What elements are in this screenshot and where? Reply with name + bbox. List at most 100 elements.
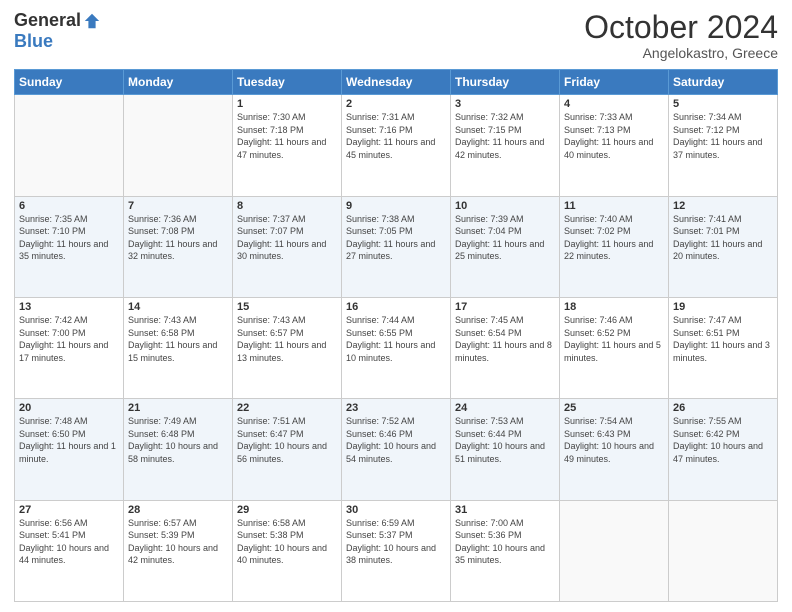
day-info: Sunrise: 6:57 AMSunset: 5:39 PMDaylight:… — [128, 517, 228, 567]
day-number: 29 — [237, 504, 337, 516]
calendar-week-row: 20Sunrise: 7:48 AMSunset: 6:50 PMDayligh… — [15, 399, 778, 500]
col-header-wednesday: Wednesday — [342, 70, 451, 95]
calendar-cell: 29Sunrise: 6:58 AMSunset: 5:38 PMDayligh… — [233, 500, 342, 601]
calendar-cell: 24Sunrise: 7:53 AMSunset: 6:44 PMDayligh… — [451, 399, 560, 500]
day-number: 31 — [455, 504, 555, 516]
day-number: 19 — [673, 301, 773, 313]
calendar-cell — [560, 500, 669, 601]
calendar-week-row: 1Sunrise: 7:30 AMSunset: 7:18 PMDaylight… — [15, 95, 778, 196]
day-number: 20 — [19, 402, 119, 414]
calendar-header-row: SundayMondayTuesdayWednesdayThursdayFrid… — [15, 70, 778, 95]
day-info: Sunrise: 7:39 AMSunset: 7:04 PMDaylight:… — [455, 213, 555, 263]
day-info: Sunrise: 7:32 AMSunset: 7:15 PMDaylight:… — [455, 111, 555, 161]
day-number: 28 — [128, 504, 228, 516]
day-info: Sunrise: 7:43 AMSunset: 6:57 PMDaylight:… — [237, 314, 337, 364]
day-number: 27 — [19, 504, 119, 516]
day-number: 2 — [346, 98, 446, 110]
day-number: 6 — [19, 200, 119, 212]
calendar-cell — [669, 500, 778, 601]
day-number: 21 — [128, 402, 228, 414]
page: General Blue October 2024 Angelokastro, … — [0, 0, 792, 612]
calendar-cell — [15, 95, 124, 196]
day-info: Sunrise: 7:52 AMSunset: 6:46 PMDaylight:… — [346, 415, 446, 465]
calendar-cell: 6Sunrise: 7:35 AMSunset: 7:10 PMDaylight… — [15, 196, 124, 297]
day-number: 22 — [237, 402, 337, 414]
day-number: 14 — [128, 301, 228, 313]
calendar-cell: 21Sunrise: 7:49 AMSunset: 6:48 PMDayligh… — [124, 399, 233, 500]
day-info: Sunrise: 7:40 AMSunset: 7:02 PMDaylight:… — [564, 213, 664, 263]
day-info: Sunrise: 7:45 AMSunset: 6:54 PMDaylight:… — [455, 314, 555, 364]
calendar-cell: 17Sunrise: 7:45 AMSunset: 6:54 PMDayligh… — [451, 297, 560, 398]
calendar-cell — [124, 95, 233, 196]
title-block: October 2024 Angelokastro, Greece — [584, 10, 778, 61]
calendar-week-row: 6Sunrise: 7:35 AMSunset: 7:10 PMDaylight… — [15, 196, 778, 297]
day-number: 4 — [564, 98, 664, 110]
day-info: Sunrise: 7:43 AMSunset: 6:58 PMDaylight:… — [128, 314, 228, 364]
day-number: 15 — [237, 301, 337, 313]
calendar-cell: 19Sunrise: 7:47 AMSunset: 6:51 PMDayligh… — [669, 297, 778, 398]
day-number: 30 — [346, 504, 446, 516]
header: General Blue October 2024 Angelokastro, … — [14, 10, 778, 61]
calendar-cell: 4Sunrise: 7:33 AMSunset: 7:13 PMDaylight… — [560, 95, 669, 196]
day-number: 25 — [564, 402, 664, 414]
day-number: 18 — [564, 301, 664, 313]
day-info: Sunrise: 7:00 AMSunset: 5:36 PMDaylight:… — [455, 517, 555, 567]
col-header-monday: Monday — [124, 70, 233, 95]
day-info: Sunrise: 7:51 AMSunset: 6:47 PMDaylight:… — [237, 415, 337, 465]
col-header-friday: Friday — [560, 70, 669, 95]
day-number: 10 — [455, 200, 555, 212]
day-info: Sunrise: 7:42 AMSunset: 7:00 PMDaylight:… — [19, 314, 119, 364]
day-info: Sunrise: 7:30 AMSunset: 7:18 PMDaylight:… — [237, 111, 337, 161]
day-info: Sunrise: 7:34 AMSunset: 7:12 PMDaylight:… — [673, 111, 773, 161]
calendar-cell: 8Sunrise: 7:37 AMSunset: 7:07 PMDaylight… — [233, 196, 342, 297]
day-number: 3 — [455, 98, 555, 110]
calendar-cell: 9Sunrise: 7:38 AMSunset: 7:05 PMDaylight… — [342, 196, 451, 297]
calendar-table: SundayMondayTuesdayWednesdayThursdayFrid… — [14, 69, 778, 602]
month-title: October 2024 — [584, 10, 778, 45]
col-header-saturday: Saturday — [669, 70, 778, 95]
calendar-cell: 20Sunrise: 7:48 AMSunset: 6:50 PMDayligh… — [15, 399, 124, 500]
day-info: Sunrise: 7:46 AMSunset: 6:52 PMDaylight:… — [564, 314, 664, 364]
day-number: 24 — [455, 402, 555, 414]
day-number: 11 — [564, 200, 664, 212]
calendar-cell: 1Sunrise: 7:30 AMSunset: 7:18 PMDaylight… — [233, 95, 342, 196]
calendar-cell: 2Sunrise: 7:31 AMSunset: 7:16 PMDaylight… — [342, 95, 451, 196]
calendar-cell: 7Sunrise: 7:36 AMSunset: 7:08 PMDaylight… — [124, 196, 233, 297]
day-info: Sunrise: 7:33 AMSunset: 7:13 PMDaylight:… — [564, 111, 664, 161]
logo-blue-text: Blue — [14, 31, 53, 52]
day-info: Sunrise: 7:31 AMSunset: 7:16 PMDaylight:… — [346, 111, 446, 161]
col-header-thursday: Thursday — [451, 70, 560, 95]
calendar-cell: 23Sunrise: 7:52 AMSunset: 6:46 PMDayligh… — [342, 399, 451, 500]
logo: General Blue — [14, 10, 101, 52]
day-number: 23 — [346, 402, 446, 414]
day-info: Sunrise: 7:55 AMSunset: 6:42 PMDaylight:… — [673, 415, 773, 465]
day-number: 26 — [673, 402, 773, 414]
day-info: Sunrise: 7:36 AMSunset: 7:08 PMDaylight:… — [128, 213, 228, 263]
calendar-cell: 31Sunrise: 7:00 AMSunset: 5:36 PMDayligh… — [451, 500, 560, 601]
calendar-cell: 11Sunrise: 7:40 AMSunset: 7:02 PMDayligh… — [560, 196, 669, 297]
calendar-cell: 3Sunrise: 7:32 AMSunset: 7:15 PMDaylight… — [451, 95, 560, 196]
day-number: 12 — [673, 200, 773, 212]
day-info: Sunrise: 7:53 AMSunset: 6:44 PMDaylight:… — [455, 415, 555, 465]
day-number: 7 — [128, 200, 228, 212]
logo-icon — [83, 12, 101, 30]
calendar-cell: 27Sunrise: 6:56 AMSunset: 5:41 PMDayligh… — [15, 500, 124, 601]
day-number: 5 — [673, 98, 773, 110]
calendar-cell: 16Sunrise: 7:44 AMSunset: 6:55 PMDayligh… — [342, 297, 451, 398]
calendar-cell: 15Sunrise: 7:43 AMSunset: 6:57 PMDayligh… — [233, 297, 342, 398]
day-info: Sunrise: 7:37 AMSunset: 7:07 PMDaylight:… — [237, 213, 337, 263]
calendar-cell: 10Sunrise: 7:39 AMSunset: 7:04 PMDayligh… — [451, 196, 560, 297]
day-number: 9 — [346, 200, 446, 212]
day-info: Sunrise: 7:38 AMSunset: 7:05 PMDaylight:… — [346, 213, 446, 263]
calendar-cell: 30Sunrise: 6:59 AMSunset: 5:37 PMDayligh… — [342, 500, 451, 601]
location: Angelokastro, Greece — [584, 45, 778, 61]
calendar-week-row: 13Sunrise: 7:42 AMSunset: 7:00 PMDayligh… — [15, 297, 778, 398]
day-info: Sunrise: 7:49 AMSunset: 6:48 PMDaylight:… — [128, 415, 228, 465]
calendar-cell: 14Sunrise: 7:43 AMSunset: 6:58 PMDayligh… — [124, 297, 233, 398]
logo-general-text: General — [14, 10, 81, 31]
day-info: Sunrise: 7:44 AMSunset: 6:55 PMDaylight:… — [346, 314, 446, 364]
calendar-week-row: 27Sunrise: 6:56 AMSunset: 5:41 PMDayligh… — [15, 500, 778, 601]
day-info: Sunrise: 6:59 AMSunset: 5:37 PMDaylight:… — [346, 517, 446, 567]
calendar-cell: 26Sunrise: 7:55 AMSunset: 6:42 PMDayligh… — [669, 399, 778, 500]
col-header-tuesday: Tuesday — [233, 70, 342, 95]
